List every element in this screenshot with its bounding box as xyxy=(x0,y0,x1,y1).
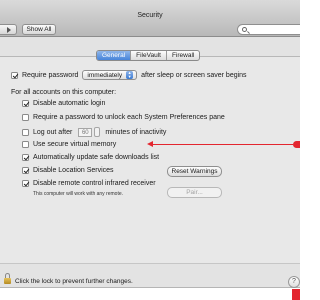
option-row: Disable automatic login xyxy=(22,100,105,107)
pair-button[interactable]: Pair... xyxy=(167,187,222,198)
option-row: Disable Location Services xyxy=(22,167,114,174)
show-all-button[interactable]: Show All xyxy=(22,24,56,35)
require-password-pane-checkbox[interactable] xyxy=(22,114,29,121)
annotation-arrow-icon xyxy=(147,141,153,147)
password-delay-popup[interactable]: immediately ▴ ▾ xyxy=(82,70,138,80)
option-label: Disable automatic login xyxy=(33,100,106,107)
option-row: Require a password to unlock each System… xyxy=(22,114,225,121)
forward-button[interactable] xyxy=(0,24,17,35)
secure-virtual-memory-checkbox[interactable] xyxy=(22,141,29,148)
logout-suffix: minutes of inactivity xyxy=(105,128,167,136)
background-strip xyxy=(0,289,300,300)
popup-chevron-icon: ▴ ▾ xyxy=(126,70,134,79)
ir-note: This computer will work with any remote. xyxy=(33,191,124,197)
annotation-arrow-line xyxy=(151,144,293,145)
desktop-accent xyxy=(292,289,300,300)
disable-auto-login-checkbox[interactable] xyxy=(22,100,29,107)
option-row: Use secure virtual memory xyxy=(22,141,116,148)
option-label: Use secure virtual memory xyxy=(33,141,117,148)
tab-general[interactable]: General xyxy=(97,51,132,60)
require-password-suffix: after sleep or screen saver begins xyxy=(141,71,247,79)
option-row: Log out after 60 minutes of inactivity xyxy=(22,127,166,137)
option-label: Disable Location Services xyxy=(33,167,114,174)
require-password-row: Require password immediately ▴ ▾ after sl… xyxy=(11,70,247,80)
title-bar: Security Show All xyxy=(0,0,300,37)
logout-minutes-field[interactable]: 60 xyxy=(78,127,93,137)
logout-minutes-stepper[interactable] xyxy=(94,127,101,137)
option-label: Require a password to unlock each System… xyxy=(33,114,225,121)
require-password-checkbox[interactable] xyxy=(11,71,18,79)
lock-text: Click the lock to prevent further change… xyxy=(15,278,133,285)
reset-warnings-button[interactable]: Reset Warnings xyxy=(167,166,222,177)
require-password-label: Require password xyxy=(22,71,79,79)
all-accounts-heading: For all accounts on this computer: xyxy=(11,89,117,96)
tab-firewall[interactable]: Firewall xyxy=(167,51,199,60)
option-row: Automatically update safe downloads list xyxy=(22,154,159,161)
help-icon[interactable]: ? xyxy=(288,276,300,288)
option-row: Disable remote control infrared receiver xyxy=(22,180,156,187)
option-label: Automatically update safe downloads list xyxy=(33,154,160,161)
password-delay-value: immediately xyxy=(87,71,123,79)
disable-location-checkbox[interactable] xyxy=(22,167,29,174)
option-label: Log out after xyxy=(33,128,73,136)
annotation-marker xyxy=(293,141,300,148)
search-input[interactable] xyxy=(237,24,300,35)
tab-filevault[interactable]: FileVault xyxy=(131,51,167,60)
lock-icon[interactable] xyxy=(4,273,11,284)
security-window: Security Show All General FileVault Fire… xyxy=(0,0,300,288)
disable-ir-checkbox[interactable] xyxy=(22,180,29,187)
log-out-checkbox[interactable] xyxy=(22,128,29,136)
tab-bar: General FileVault Firewall xyxy=(96,50,201,61)
option-label: Disable remote control infrared receiver xyxy=(33,180,156,187)
search-icon xyxy=(242,27,247,32)
safe-downloads-checkbox[interactable] xyxy=(22,154,29,161)
back-arrow-icon xyxy=(7,27,11,33)
window-title: Security xyxy=(137,12,163,19)
